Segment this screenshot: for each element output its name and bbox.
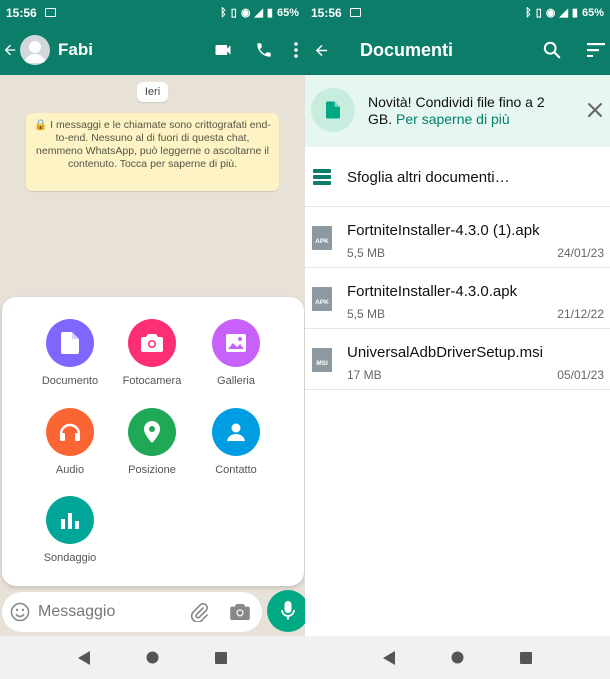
sort-icon[interactable]	[587, 43, 605, 57]
microphone-button[interactable]	[267, 590, 305, 632]
folder-list-icon	[313, 169, 331, 185]
message-input[interactable]: Messaggio	[38, 603, 115, 621]
bluetooth-icon: ᛒ	[220, 6, 227, 19]
signal-icon: ◢	[254, 7, 263, 19]
image-notification-icon	[44, 8, 56, 17]
emoji-icon[interactable]	[10, 602, 30, 622]
message-compose-bar: Messaggio	[2, 592, 262, 632]
bluetooth-icon: ᛒ	[525, 6, 532, 19]
system-nav-bar	[305, 636, 610, 679]
contact-name[interactable]: Fabi	[58, 40, 93, 60]
page-title: Documenti	[360, 39, 454, 60]
file-name: UniversalAdbDriverSetup.msi	[347, 344, 543, 361]
status-bar: 15:56 ᛒ ▯ ◉ ◢ ▮ 65%	[0, 0, 305, 25]
nav-home-icon[interactable]	[146, 651, 159, 664]
attach-gallery-button[interactable]: Galleria	[194, 319, 278, 387]
file-date: 21/12/22	[557, 307, 604, 321]
search-icon[interactable]	[543, 41, 561, 59]
nav-home-icon[interactable]	[451, 651, 464, 664]
attach-label: Galleria	[217, 375, 255, 387]
file-date: 05/01/23	[557, 368, 604, 382]
apk-file-icon: APK	[312, 226, 332, 250]
attach-label: Contatto	[215, 464, 257, 476]
file-size: 17 MB	[347, 368, 382, 382]
chat-screen: 15:56 ᛒ ▯ ◉ ◢ ▮ 65% Fabi Ieri 🔒 I messag…	[0, 0, 305, 679]
nav-back-icon[interactable]	[78, 650, 90, 665]
microphone-icon	[281, 601, 295, 621]
document-row[interactable]: APK FortniteInstaller-4.3.0 (1).apk 5,5 …	[305, 207, 610, 268]
attach-camera-button[interactable]: Fotocamera	[110, 319, 194, 387]
attachment-sheet: Documento Fotocamera Galleria Audio Posi…	[2, 297, 304, 586]
apk-file-icon: APK	[312, 287, 332, 311]
battery-icon: ▮	[266, 7, 273, 19]
signal-icon: ◢	[559, 7, 568, 19]
file-size: 5,5 MB	[347, 246, 386, 260]
more-options-icon[interactable]	[293, 41, 299, 59]
status-time: 15:56	[6, 5, 37, 20]
upload-limit-banner: Novità! Condividi file fino a 2 GB. Per …	[305, 75, 610, 147]
back-arrow-icon[interactable]	[313, 42, 330, 59]
document-row[interactable]: MSI UniversalAdbDriverSetup.msi 17 MB 05…	[305, 329, 610, 390]
file-name: FortniteInstaller-4.3.0.apk	[347, 283, 518, 300]
vibrate-icon: ▯	[535, 7, 542, 19]
poll-icon	[46, 496, 94, 544]
nav-back-icon[interactable]	[383, 650, 395, 665]
battery-percent: 65%	[276, 6, 299, 19]
avatar[interactable]	[20, 35, 50, 65]
chat-header: Fabi	[0, 25, 305, 75]
back-arrow-icon[interactable]	[2, 42, 18, 58]
attach-poll-button[interactable]: Sondaggio	[28, 496, 112, 564]
banner-text: Novità! Condividi file fino a 2 GB. Per …	[368, 94, 545, 127]
file-badge-icon	[311, 88, 355, 132]
documents-screen: 15:56 ᛒ ▯ ◉ ◢ ▮ 65% Documenti Novità! Co…	[305, 0, 610, 679]
encryption-notice[interactable]: 🔒 I messaggi e le chiamate sono crittogr…	[26, 113, 279, 191]
file-name: FortniteInstaller-4.3.0 (1).apk	[347, 222, 540, 239]
headphones-icon	[46, 408, 94, 456]
document-row[interactable]: APK FortniteInstaller-4.3.0.apk 5,5 MB 2…	[305, 268, 610, 329]
browse-more-documents[interactable]: Sfoglia altri documenti…	[305, 147, 610, 207]
vibrate-icon: ▯	[230, 7, 237, 19]
msi-file-icon: MSI	[312, 348, 332, 372]
status-time: 15:56	[311, 5, 342, 20]
camera-icon[interactable]	[230, 604, 250, 620]
attach-location-button[interactable]: Posizione	[110, 408, 194, 476]
attach-clip-icon[interactable]	[190, 602, 208, 622]
attach-label: Audio	[55, 464, 85, 476]
attach-label: Fotocamera	[122, 375, 182, 387]
date-chip: Ieri	[137, 82, 168, 102]
camera-icon	[128, 319, 176, 367]
battery-percent: 65%	[581, 6, 604, 19]
attach-document-button[interactable]: Documento	[28, 319, 112, 387]
file-date: 24/01/23	[557, 246, 604, 260]
battery-icon: ▮	[571, 7, 578, 19]
attach-audio-button[interactable]: Audio	[28, 408, 112, 476]
documents-header: Documenti	[305, 25, 610, 75]
browse-label: Sfoglia altri documenti…	[347, 169, 510, 186]
document-icon	[46, 319, 94, 367]
close-icon[interactable]	[587, 102, 603, 118]
gallery-icon	[212, 319, 260, 367]
attach-label: Documento	[41, 375, 99, 387]
status-bar: 15:56 ᛒ ▯ ◉ ◢ ▮ 65%	[305, 0, 610, 25]
wifi-icon: ◉	[545, 7, 556, 19]
location-icon	[128, 408, 176, 456]
attach-label: Sondaggio	[43, 552, 97, 564]
attach-label: Posizione	[128, 464, 176, 476]
nav-recents-icon[interactable]	[215, 651, 227, 664]
contact-icon	[212, 408, 260, 456]
learn-more-link[interactable]: Per saperne di più	[396, 111, 510, 127]
nav-recents-icon[interactable]	[520, 651, 532, 664]
attach-contact-button[interactable]: Contatto	[194, 408, 278, 476]
video-call-icon[interactable]	[213, 40, 233, 60]
file-size: 5,5 MB	[347, 307, 386, 321]
wifi-icon: ◉	[240, 7, 251, 19]
phone-call-icon[interactable]	[255, 41, 273, 59]
image-notification-icon	[349, 8, 361, 17]
system-nav-bar	[0, 636, 305, 679]
